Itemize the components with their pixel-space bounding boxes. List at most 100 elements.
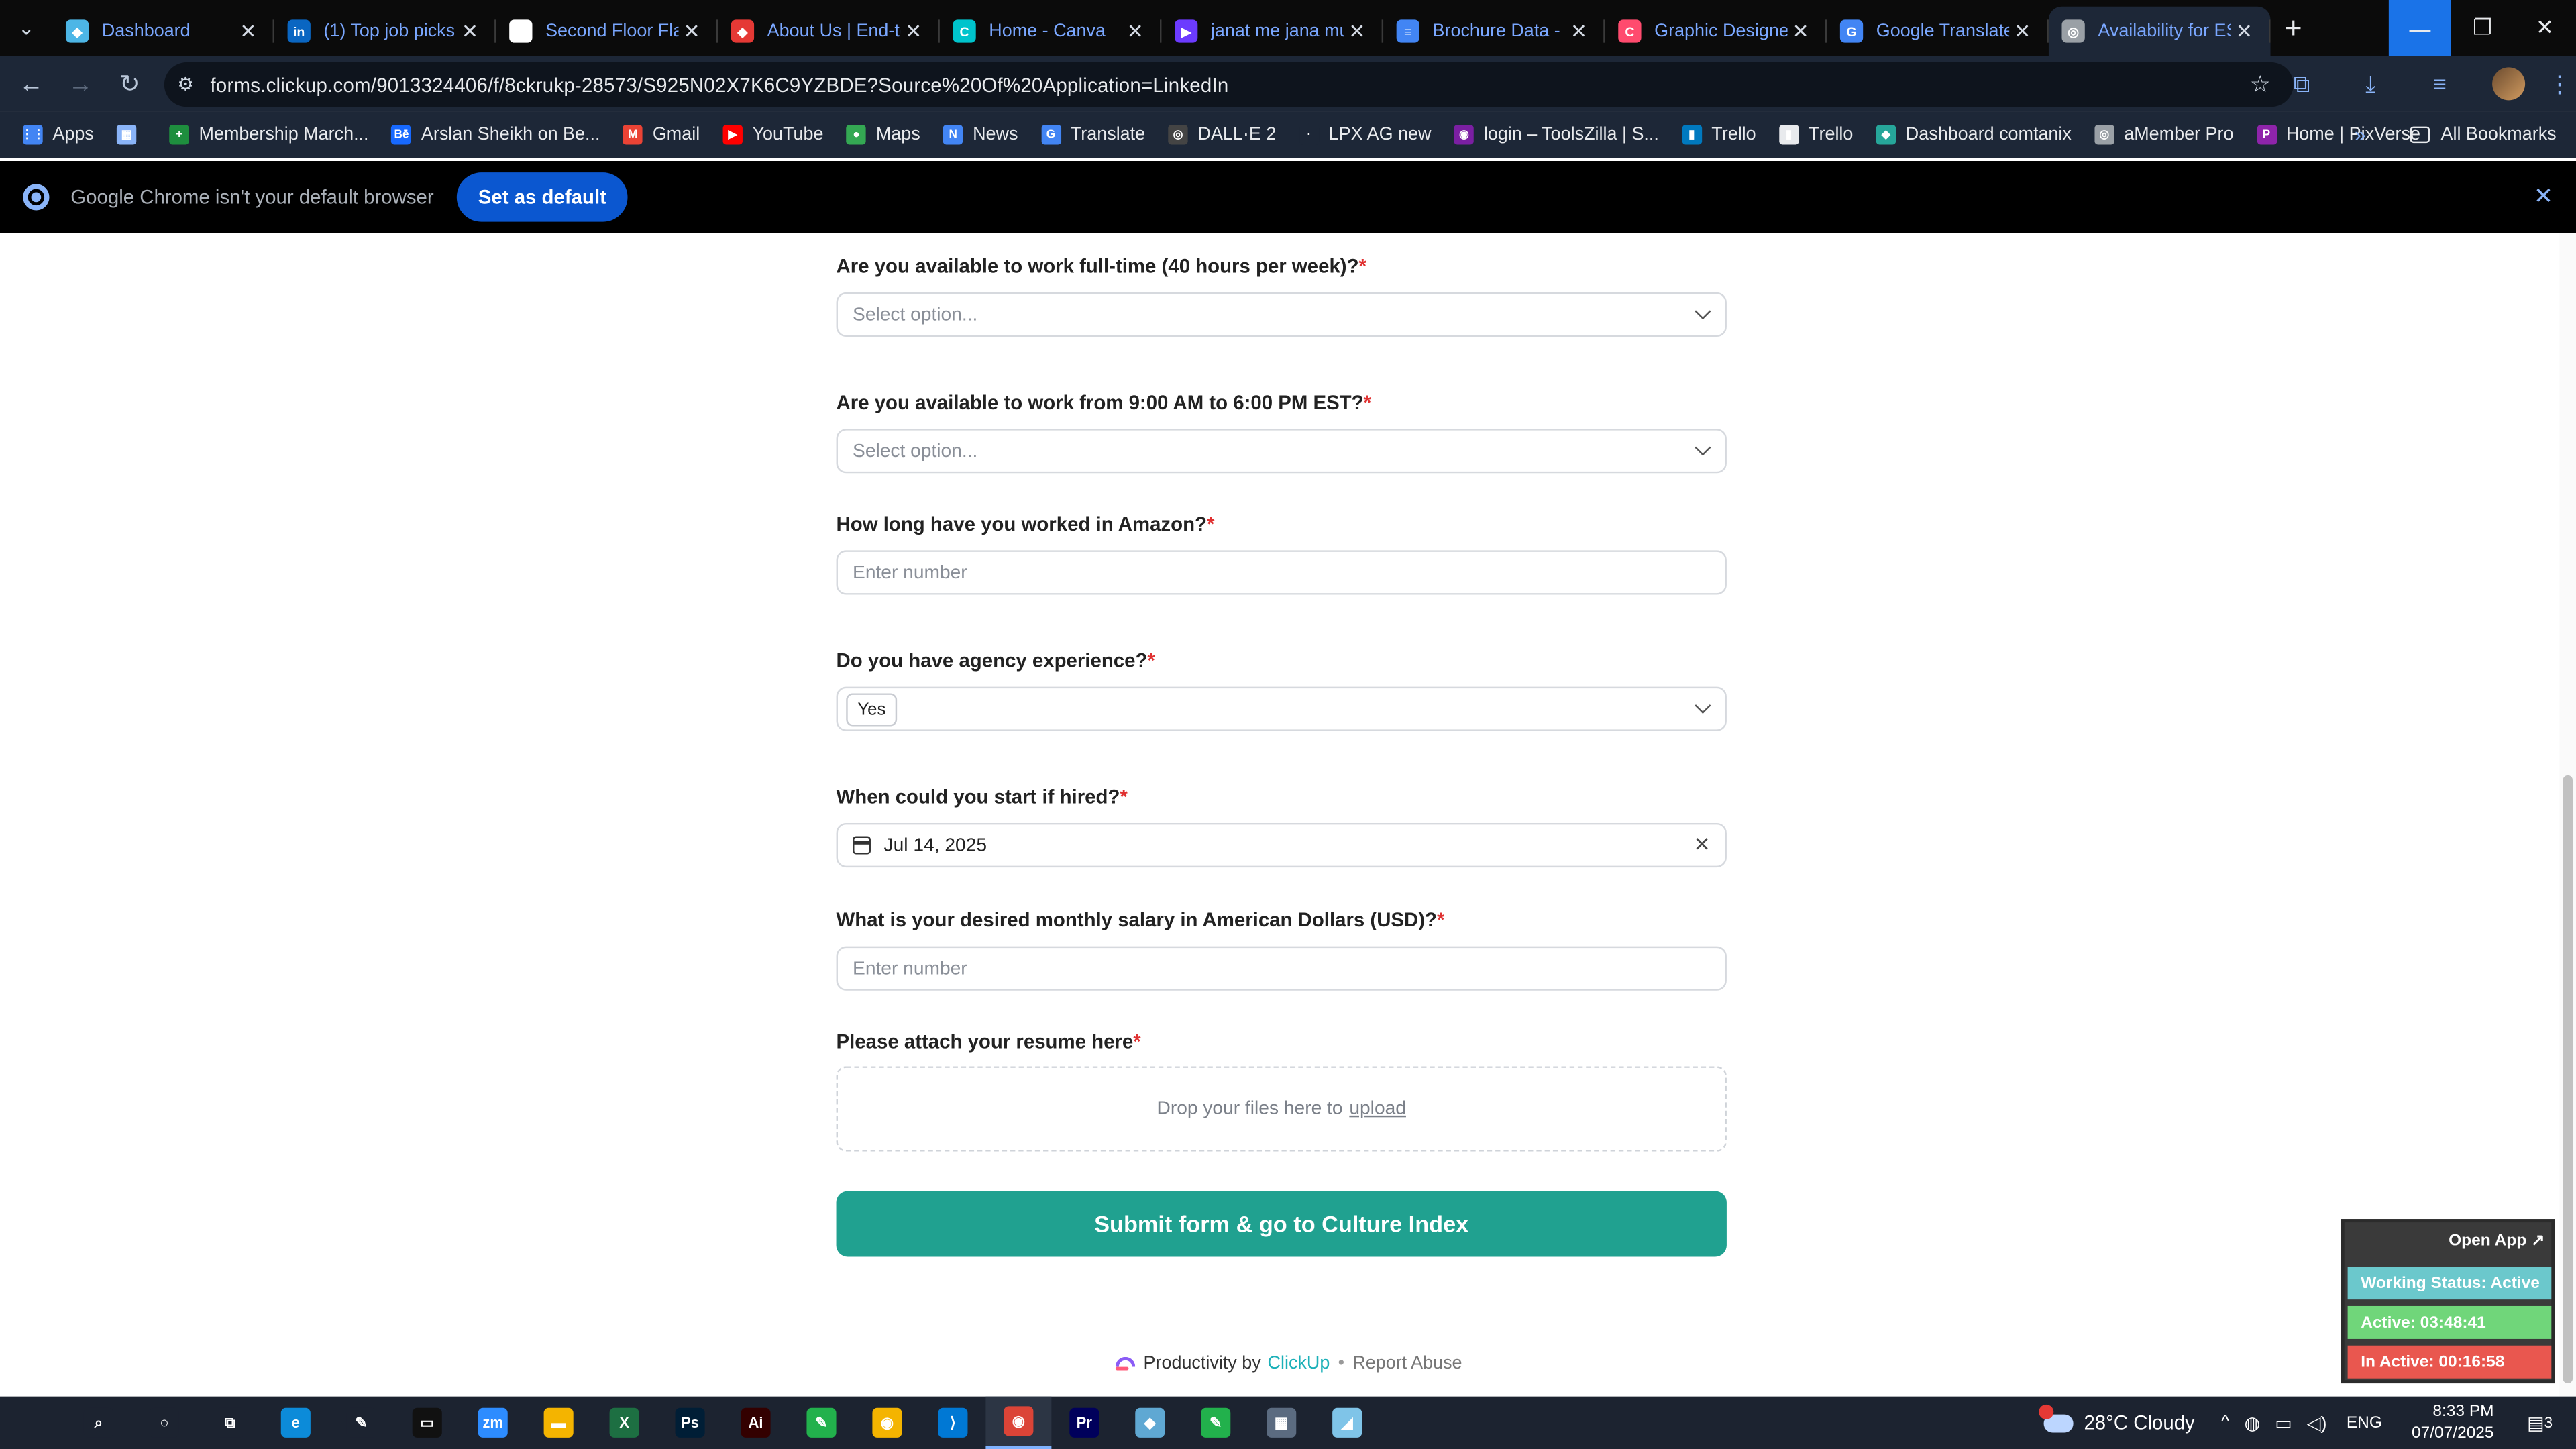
taskbar-app[interactable]: Ps xyxy=(657,1397,723,1449)
clickup-link[interactable]: ClickUp xyxy=(1268,1354,1330,1373)
menu-icon[interactable]: ⋮ xyxy=(2543,70,2576,98)
bookmark-item[interactable]: P Home | PixVerse xyxy=(2256,125,2420,145)
close-tab-icon[interactable]: ✕ xyxy=(2231,19,2257,42)
close-icon[interactable]: ✕ xyxy=(2534,182,2553,211)
taskbar-app[interactable]: X xyxy=(592,1397,657,1449)
bookmark-item[interactable]: ◎ aMember Pro xyxy=(2094,125,2233,145)
meet-icon[interactable]: ◍ xyxy=(2245,1412,2261,1433)
bookmark-item[interactable]: + Membership March... xyxy=(169,125,369,145)
bookmark-item[interactable]: G Translate xyxy=(1040,125,1145,145)
bookmark-item[interactable]: · LPX AG new xyxy=(1299,125,1431,145)
submit-button[interactable]: Submit form & go to Culture Index xyxy=(836,1191,1727,1257)
taskbar-app[interactable]: Pr xyxy=(1051,1397,1117,1449)
close-tab-icon[interactable]: ✕ xyxy=(1788,19,1814,42)
open-app-button[interactable]: Open App ↗ xyxy=(2449,1232,2544,1250)
bookmark-item[interactable]: ● Maps xyxy=(846,125,920,145)
close-tab-icon[interactable]: ✕ xyxy=(235,19,261,42)
avatar[interactable] xyxy=(2492,67,2526,101)
taskbar-app[interactable]: ○ xyxy=(131,1397,197,1449)
taskbar-app[interactable]: ⌕ xyxy=(66,1397,131,1449)
taskbar-app[interactable]: ✎ xyxy=(329,1397,394,1449)
report-abuse-link[interactable]: Report Abuse xyxy=(1352,1354,1462,1373)
network-icon[interactable]: ▭ xyxy=(2275,1412,2292,1433)
start-date-picker[interactable]: Jul 14, 2025 ✕ xyxy=(836,822,1727,868)
new-tab-button[interactable]: + xyxy=(2271,11,2317,45)
taskbar-app[interactable]: ✎ xyxy=(1183,1397,1248,1449)
url-text[interactable]: forms.clickup.com/9013324406/f/8ckrukp-2… xyxy=(210,73,1228,96)
all-bookmarks[interactable]: All Bookmarks xyxy=(2409,125,2557,145)
taskbar-app[interactable]: Ai xyxy=(723,1397,789,1449)
agency-select[interactable]: Yes xyxy=(836,686,1727,731)
clock[interactable]: 8:33 PM 07/07/2025 xyxy=(2412,1401,2494,1444)
browser-tab[interactable]: C Graphic Designer ✕ xyxy=(1605,7,1827,56)
more-bookmarks-icon[interactable]: » xyxy=(2355,123,2365,146)
language-indicator[interactable]: ENG xyxy=(2347,1413,2382,1432)
bookmark-item[interactable]: ▮ Trello xyxy=(1682,125,1756,145)
browser-tab[interactable]: C Home - Canva ✕ xyxy=(940,7,1162,56)
close-tab-icon[interactable]: ✕ xyxy=(1122,19,1148,42)
close-tab-icon[interactable]: ✕ xyxy=(900,19,926,42)
reload-icon[interactable]: ↻ xyxy=(105,69,154,99)
taskbar-app[interactable]: ◉ xyxy=(854,1397,920,1449)
media-icon[interactable]: ≡ xyxy=(2405,70,2474,97)
browser-tab[interactable]: ◎ Availability for ES ✕ xyxy=(2048,6,2271,56)
back-icon[interactable]: ← xyxy=(7,70,56,98)
chevron-up-icon[interactable]: ^ xyxy=(2221,1412,2230,1434)
bookmark-item[interactable]: ⋮⋮ Apps xyxy=(21,125,94,145)
close-window-icon[interactable]: ✕ xyxy=(2514,0,2576,56)
taskbar-app[interactable]: e xyxy=(263,1397,329,1449)
taskbar-app[interactable]: ◉ xyxy=(985,1396,1052,1449)
browser-tab[interactable]: G Google Translate ✕ xyxy=(1827,7,2049,56)
minimize-icon[interactable]: — xyxy=(2388,0,2451,56)
close-tab-icon[interactable]: ✕ xyxy=(457,19,483,42)
taskbar-app[interactable]: ▬ xyxy=(526,1397,592,1449)
amazon-years-input[interactable]: Enter number xyxy=(836,550,1727,595)
forward-icon[interactable]: → xyxy=(56,70,105,98)
bookmark-item[interactable]: N News xyxy=(943,125,1018,145)
bookmark-item[interactable]: ◎ DALL·E 2 xyxy=(1168,125,1276,145)
start-button[interactable] xyxy=(0,1397,66,1449)
scroll-thumb[interactable] xyxy=(2563,775,2573,1384)
fulltime-select[interactable]: Select option... xyxy=(836,292,1727,337)
address-bar[interactable]: ⚙ forms.clickup.com/9013324406/f/8ckrukp… xyxy=(164,62,2294,107)
weather-widget[interactable]: 28°C Cloudy xyxy=(2039,1403,2195,1434)
download-icon[interactable]: ⤓ xyxy=(2336,70,2405,98)
upload-link[interactable]: upload xyxy=(1349,1099,1406,1118)
tab-search-icon[interactable]: ⌄ xyxy=(0,0,52,56)
notification-icon[interactable]: ▤ 3 xyxy=(2517,1406,2563,1439)
bookmark-item[interactable]: Bē Arslan Sheikh on Be... xyxy=(391,125,600,145)
taskbar-app[interactable]: ✎ xyxy=(789,1397,855,1449)
volume-icon[interactable]: ◁) xyxy=(2307,1412,2327,1433)
browser-tab[interactable]: ◉ Second Floor Flat ✕ xyxy=(496,7,718,56)
browser-tab[interactable]: ◆ About Us | End-to ✕ xyxy=(718,7,940,56)
close-tab-icon[interactable]: ✕ xyxy=(2009,19,2035,42)
site-info-icon[interactable]: ⚙ xyxy=(177,74,200,95)
taskbar-app[interactable]: ◢ xyxy=(1314,1397,1380,1449)
bookmark-item[interactable]: ◆ Dashboard comtanix xyxy=(1876,125,2072,145)
taskbar-app[interactable]: ▭ xyxy=(394,1397,460,1449)
bookmark-item[interactable]: ▶ YouTube xyxy=(722,125,823,145)
salary-input[interactable]: Enter number xyxy=(836,946,1727,991)
bookmark-item[interactable]: M Gmail xyxy=(623,125,700,145)
set-as-default-button[interactable]: Set as default xyxy=(456,172,628,222)
close-tab-icon[interactable]: ✕ xyxy=(1566,19,1592,42)
taskbar-app[interactable]: ⧉ xyxy=(197,1397,263,1449)
bookmark-item[interactable]: ◉ login – ToolsZilla | S... xyxy=(1454,125,1659,145)
clear-date-icon[interactable]: ✕ xyxy=(1694,833,1711,856)
browser-tab[interactable]: ▶ janat me jana mu ✕ xyxy=(1161,7,1384,56)
bookmark-item[interactable]: ▦ xyxy=(117,125,146,145)
resume-dropzone[interactable]: Drop your files here to upload xyxy=(836,1066,1727,1152)
taskbar-app[interactable]: zm xyxy=(460,1397,526,1449)
close-tab-icon[interactable]: ✕ xyxy=(1344,19,1370,42)
taskbar-app[interactable]: ◆ xyxy=(1117,1397,1183,1449)
extensions-icon[interactable]: ⧉ xyxy=(2267,70,2337,98)
taskbar-app[interactable]: ⟩ xyxy=(920,1397,985,1449)
browser-tab[interactable]: ◆ Dashboard ✕ xyxy=(52,7,274,56)
scrollbar[interactable] xyxy=(2559,233,2576,1397)
restore-icon[interactable]: ❐ xyxy=(2451,0,2514,56)
close-tab-icon[interactable]: ✕ xyxy=(678,19,704,42)
hours-select[interactable]: Select option... xyxy=(836,429,1727,474)
taskbar-app[interactable]: ▦ xyxy=(1248,1397,1314,1449)
bookmark-item[interactable]: ▮ Trello xyxy=(1778,125,1853,145)
browser-tab[interactable]: ≡ Brochure Data - G ✕ xyxy=(1383,7,1605,56)
